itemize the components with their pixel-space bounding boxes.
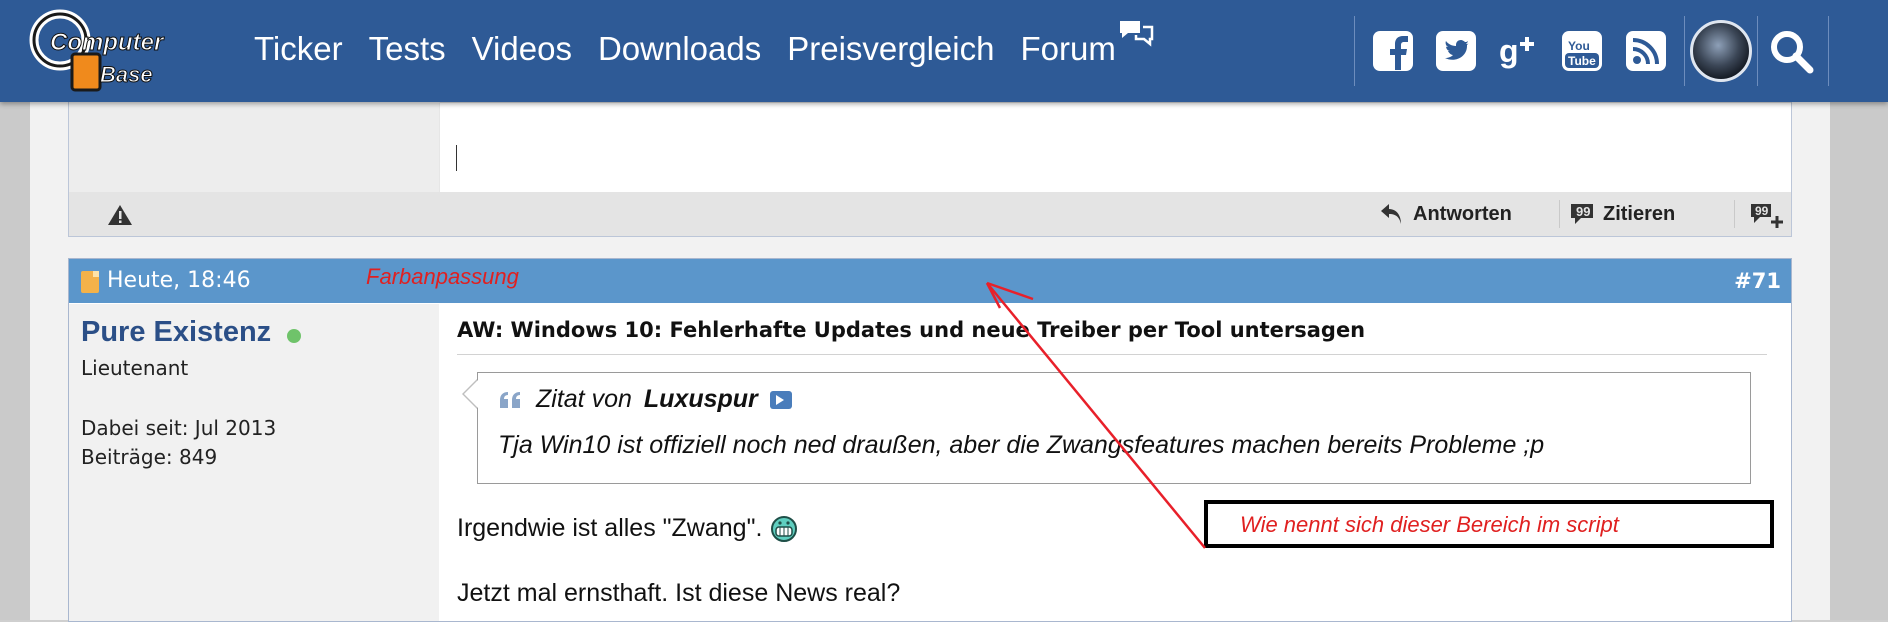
logo-text-computer: Computer bbox=[50, 29, 165, 56]
user-avatar[interactable] bbox=[1690, 20, 1752, 82]
nav-preisvergleich[interactable]: Preisvergleich bbox=[787, 30, 994, 68]
svg-text:You: You bbox=[1568, 39, 1590, 53]
nav-divider bbox=[1684, 16, 1685, 86]
twitter-icon[interactable] bbox=[1435, 30, 1477, 72]
nav-divider bbox=[1757, 16, 1758, 86]
logo-text-base: Base bbox=[100, 62, 153, 87]
svg-text:g: g bbox=[1499, 33, 1519, 69]
nav-tests[interactable]: Tests bbox=[369, 30, 446, 68]
google-plus-icon[interactable]: g bbox=[1496, 30, 1538, 72]
rss-icon[interactable] bbox=[1625, 30, 1667, 72]
nav-forum[interactable]: Forum bbox=[1020, 30, 1115, 67]
speech-bubble-icon bbox=[1119, 21, 1154, 47]
top-navigation-bar: Computer Base Ticker Tests Videos Downlo… bbox=[0, 0, 1888, 102]
facebook-icon[interactable] bbox=[1372, 30, 1414, 72]
youtube-icon[interactable]: You Tube bbox=[1561, 30, 1603, 72]
nav-downloads[interactable]: Downloads bbox=[598, 30, 761, 68]
nav-forum-wrap: Forum bbox=[1020, 21, 1154, 68]
main-nav: Ticker Tests Videos Downloads Preisvergl… bbox=[254, 21, 1154, 68]
search-icon[interactable] bbox=[1768, 28, 1816, 76]
nav-ticker[interactable]: Ticker bbox=[254, 30, 343, 68]
nav-divider bbox=[1828, 16, 1829, 86]
nav-videos[interactable]: Videos bbox=[472, 30, 572, 68]
svg-text:Tube: Tube bbox=[1568, 54, 1596, 68]
nav-divider bbox=[1354, 16, 1355, 86]
computerbase-logo[interactable]: Computer Base bbox=[28, 8, 198, 100]
